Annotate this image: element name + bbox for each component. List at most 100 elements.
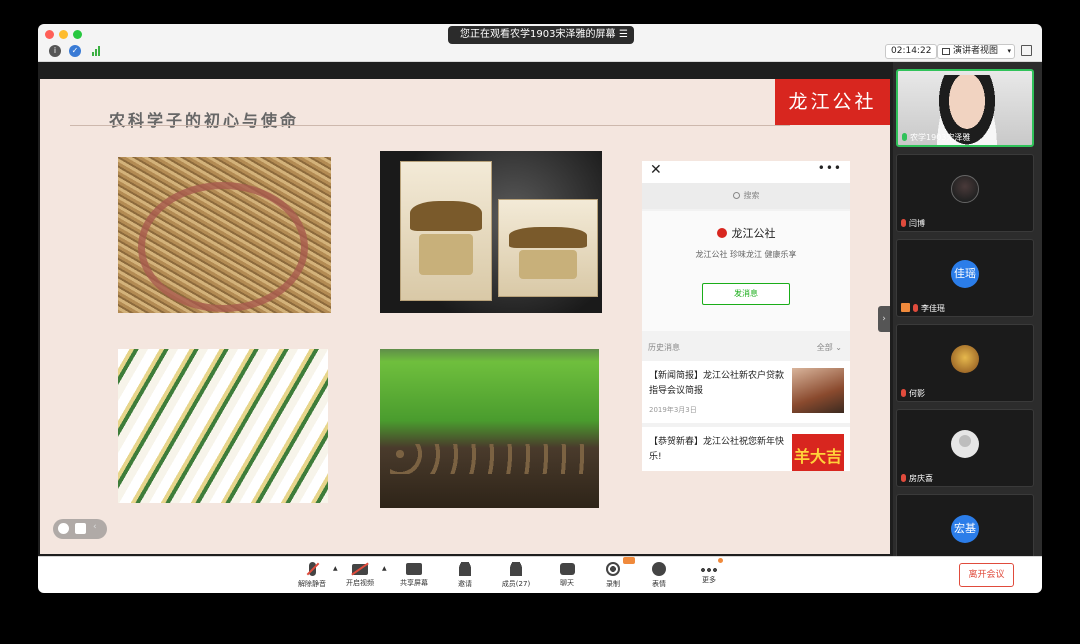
minimize-window-icon[interactable] <box>59 30 68 39</box>
participant-tile[interactable]: 闫博 <box>896 154 1034 232</box>
avatar <box>951 175 979 203</box>
brand-logo: 龙江公社 <box>775 79 890 125</box>
mic-on-icon <box>902 133 907 141</box>
participants-icon <box>510 562 522 576</box>
record-icon <box>606 562 620 576</box>
close-icon[interactable]: ✕ <box>650 162 662 178</box>
participant-tile[interactable]: 宏基 <box>896 494 1034 556</box>
account-name: 龙江公社 <box>642 225 850 241</box>
title-divider <box>70 125 790 126</box>
microphone-muted-icon <box>308 562 316 576</box>
more-icon[interactable]: ••• <box>818 161 842 175</box>
meeting-toolbar: 解除静音 ▲ 开启视频 ▲ 共享屏幕 邀请 成员(27) 聊天 录制 表情 更多… <box>38 556 1042 593</box>
participant-gallery: 农学1903宋泽雅 闫博 佳瑶 李佳瑶 何影 房庆喜 宏基 <box>893 62 1042 556</box>
unmute-button[interactable]: 解除静音 <box>290 560 334 592</box>
grid-icon <box>942 48 950 55</box>
wechat-header: ✕ ••• <box>642 161 850 183</box>
reactions-label: 表情 <box>652 580 666 588</box>
participant-tile[interactable]: 房庆喜 <box>896 409 1034 487</box>
participant-name-text: 何影 <box>909 389 925 398</box>
signal-icon[interactable] <box>92 45 104 57</box>
article-title: 【新闻简报】龙江公社新农户贷款指导会议简报 <box>649 371 785 396</box>
participant-name: 农学1903宋泽雅 <box>902 132 970 143</box>
mic-off-icon <box>901 389 906 397</box>
avatar: 佳瑶 <box>951 260 979 288</box>
participant-tile[interactable]: 农学1903宋泽雅 <box>896 69 1034 147</box>
wechat-account-panel: ✕ ••• 搜索 龙江公社 龙江公社 珍味龙江 健康乐享 发消息 历史消息 全部… <box>642 161 850 471</box>
start-video-button[interactable]: 开启视频 <box>338 560 382 592</box>
participants-button[interactable]: 成员(27) <box>494 560 538 592</box>
chat-label: 聊天 <box>560 579 574 587</box>
view-mode-label: 演讲者视图 <box>953 46 999 56</box>
chevron-down-icon: ▾ <box>1007 47 1011 55</box>
reactions-button[interactable]: 表情 <box>637 560 681 592</box>
avatar: 宏基 <box>951 515 979 543</box>
article-item[interactable]: 【新闻简报】龙江公社新农户贷款指导会议简报 2019年3月3日 <box>642 361 850 423</box>
video-off-icon <box>901 303 910 312</box>
slide-title: 农科学子的初心与使命 <box>109 111 300 130</box>
meeting-window: 您正在观看农学1903宋泽雅的屏幕 ☰ i ✓ 02:14:22 演讲者视图 ▾… <box>38 24 1042 593</box>
banner-menu-icon[interactable]: ☰ <box>619 26 628 44</box>
history-filter-label: 全部 <box>816 343 833 352</box>
shield-icon[interactable]: ✓ <box>69 45 81 57</box>
avatar <box>951 430 979 458</box>
smile-icon <box>652 562 666 576</box>
article-date: 2019年3月3日 <box>649 406 697 414</box>
chevron-down-icon: ⌄ <box>835 343 842 352</box>
history-filter[interactable]: 全部 ⌄ <box>817 342 842 353</box>
account-name-text: 龙江公社 <box>731 227 776 240</box>
fullscreen-icon[interactable] <box>1021 45 1032 56</box>
start-video-label: 开启视频 <box>346 579 374 587</box>
participant-name: 何影 <box>901 388 925 399</box>
more-label: 更多 <box>702 576 716 584</box>
search-placeholder: 搜索 <box>743 191 760 200</box>
collapse-gallery-button[interactable]: › <box>878 306 890 332</box>
add-person-icon <box>459 562 471 576</box>
invite-label: 邀请 <box>458 580 472 588</box>
view-mode-button[interactable]: 演讲者视图 ▾ <box>937 44 1015 59</box>
participant-tile[interactable]: 何影 <box>896 324 1034 402</box>
mic-off-icon <box>901 474 906 482</box>
account-logo-icon <box>716 228 727 238</box>
info-icon[interactable]: i <box>49 45 61 57</box>
send-message-button[interactable]: 发消息 <box>702 283 790 305</box>
more-icon <box>701 568 717 572</box>
account-slogan: 龙江公社 珍味龙江 健康乐享 <box>695 250 797 259</box>
chevron-up-icon[interactable]: ▲ <box>382 565 387 572</box>
invite-button[interactable]: 邀请 <box>443 560 487 592</box>
share-screen-label: 共享屏幕 <box>400 579 428 587</box>
article-thumbnail: 羊大吉 <box>792 434 844 471</box>
screen-share-banner[interactable]: 您正在观看农学1903宋泽雅的屏幕 ☰ <box>448 26 634 44</box>
account-profile: 龙江公社 龙江公社 珍味龙江 健康乐享 发消息 <box>642 211 850 331</box>
share-screen-button[interactable]: 共享屏幕 <box>392 560 436 592</box>
close-window-icon[interactable] <box>45 30 54 39</box>
article-item[interactable]: 【恭贺新春】龙江公社祝您新年快乐! 羊大吉 <box>642 427 850 471</box>
chevron-left-icon[interactable]: ‹ <box>93 522 104 533</box>
chat-button[interactable]: 聊天 <box>545 560 589 592</box>
wechat-search[interactable]: 搜索 <box>642 183 850 209</box>
participant-name: 闫博 <box>901 218 925 229</box>
record-button[interactable]: 录制 <box>591 560 635 592</box>
maximize-window-icon[interactable] <box>73 30 82 39</box>
smile-icon[interactable] <box>58 523 69 534</box>
participants-label: 成员(27) <box>501 580 531 588</box>
participant-name-text: 李佳瑶 <box>921 304 945 313</box>
article-title: 【恭贺新春】龙江公社祝您新年快乐! <box>649 437 785 462</box>
unmute-label: 解除静音 <box>298 580 326 588</box>
chevron-up-icon[interactable]: ▲ <box>333 565 338 572</box>
rice-package-photo <box>380 151 602 313</box>
meeting-timer: 02:14:22 <box>885 44 938 59</box>
leave-meeting-button[interactable]: 离开会议 <box>959 563 1014 587</box>
annotation-pill[interactable]: ‹ <box>53 519 107 539</box>
history-label: 历史消息 <box>648 343 680 352</box>
rice-packs-photo <box>118 349 328 503</box>
chat-bubble-icon[interactable] <box>75 523 86 534</box>
mic-off-icon <box>913 304 918 312</box>
title-bar: 您正在观看农学1903宋泽雅的屏幕 ☰ i ✓ 02:14:22 演讲者视图 ▾ <box>38 24 1042 62</box>
mic-off-icon <box>901 219 906 227</box>
shared-screen: 农科学子的初心与使命 龙江公社 ✕ ••• 搜索 龙江公社 龙江公社 珍味龙江 … <box>38 62 891 556</box>
participant-tile[interactable]: 佳瑶 李佳瑶 <box>896 239 1034 317</box>
participant-name: 房庆喜 <box>901 473 933 484</box>
more-button[interactable]: 更多 <box>687 560 731 592</box>
participant-name-text: 农学1903宋泽雅 <box>910 133 971 142</box>
